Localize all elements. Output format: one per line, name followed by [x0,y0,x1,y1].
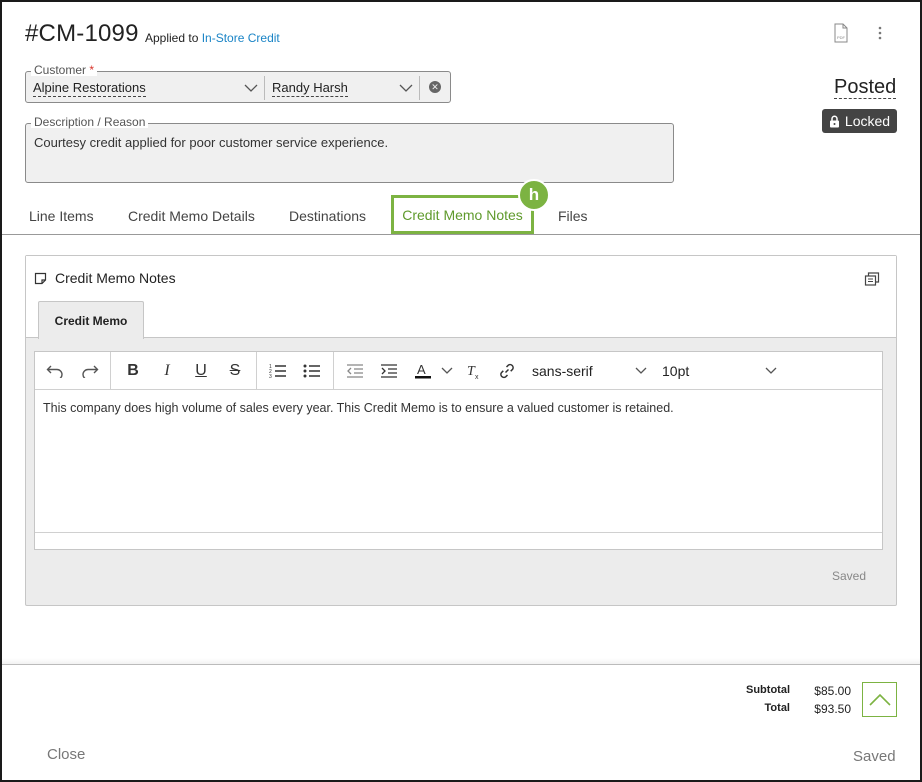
clear-formatting-icon[interactable]: Tx [461,360,485,382]
bulleted-list-icon[interactable] [300,360,324,382]
pdf-icon[interactable]: PDF [828,20,854,46]
locked-badge-label: Locked [844,113,891,129]
strikethrough-icon[interactable]: S [223,360,247,382]
footer-divider [2,664,920,665]
font-family-select[interactable]: sans-serif [532,363,593,379]
subtab-bar [26,309,896,338]
chevron-down-icon[interactable] [765,367,777,375]
applied-to-link[interactable]: In-Store Credit [202,31,280,45]
chevron-up-icon [868,693,891,706]
editor-status-bar [35,532,882,533]
applied-to-text: Applied to In-Store Credit [145,31,280,45]
more-options-icon[interactable] [868,20,892,46]
close-button[interactable]: Close [47,746,85,763]
tab-credit-memo-notes[interactable]: Credit Memo Notes [391,195,534,234]
hotkey-badge: h [518,179,550,211]
footer-saved-status: Saved [853,748,896,765]
subtotal-label: Subtotal [746,684,790,696]
locked-badge: Locked [822,109,897,133]
svg-text:A: A [417,362,426,377]
svg-text:PDF: PDF [837,35,846,40]
toolbar-divider [256,352,257,390]
chevron-down-icon[interactable] [399,83,413,93]
tab-credit-memo-details[interactable]: Credit Memo Details [128,208,255,224]
customer-select[interactable]: Alpine Restorations [33,80,146,97]
numbered-list-icon[interactable]: 123 [266,360,290,382]
total-value: $93.50 [814,702,851,716]
svg-text:3: 3 [269,374,272,379]
font-size-select[interactable]: 10pt [662,363,689,379]
notes-panel-title: Credit Memo Notes [55,270,176,286]
chevron-down-icon[interactable] [244,83,258,93]
restore-window-icon[interactable] [864,271,881,287]
underline-icon[interactable]: U [189,360,213,382]
chevron-down-icon[interactable] [441,367,453,375]
tab-destinations[interactable]: Destinations [289,208,366,224]
divider [264,76,265,100]
description-value: Courtesy credit applied for poor custome… [34,135,389,150]
status-text[interactable]: Posted [834,76,897,99]
toolbar-divider [333,352,334,390]
undo-icon[interactable] [43,360,67,382]
clear-icon[interactable]: ✕ [429,81,441,93]
outdent-icon[interactable] [343,360,367,382]
note-icon [34,272,47,285]
credit-memo-number: #CM-1099 [25,20,139,47]
link-icon[interactable] [495,360,519,382]
tab-line-items[interactable]: Line Items [29,208,94,224]
tab-credit-memo-notes-label: Credit Memo Notes [402,206,523,223]
editor-content[interactable]: This company does high volume of sales e… [43,401,674,415]
description-label: Description / Reason [31,116,149,128]
subtab-credit-memo[interactable]: Credit Memo [38,301,144,339]
redo-icon[interactable] [78,360,102,382]
divider [419,76,420,100]
bold-icon[interactable]: B [121,360,145,382]
indent-icon[interactable] [377,360,401,382]
tab-files[interactable]: Files [558,208,588,224]
contact-select[interactable]: Randy Harsh [272,80,348,97]
text-color-icon[interactable]: A [411,360,435,382]
scroll-to-top-button[interactable] [862,682,897,717]
notes-saved-status: Saved [832,569,867,583]
svg-text:x: x [475,374,479,380]
lock-icon [829,115,839,127]
chevron-down-icon[interactable] [635,367,647,375]
tabs-divider [2,234,920,235]
total-label: Total [764,702,790,714]
subtotal-value: $85.00 [814,684,851,698]
customer-label: Customer * [31,64,98,76]
italic-icon[interactable]: I [155,360,179,382]
description-field[interactable] [25,123,674,183]
toolbar-divider [110,352,111,390]
applied-to-prefix: Applied to [145,31,199,45]
